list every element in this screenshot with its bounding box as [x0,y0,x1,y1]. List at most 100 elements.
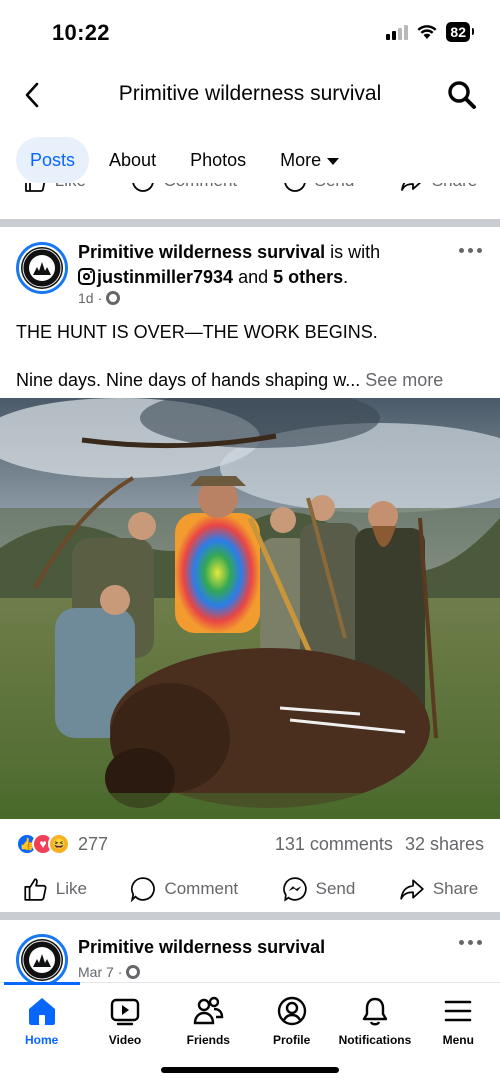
bottom-nav: Home Video Friends Profile Notifications… [0,982,500,1083]
post-meta: 1d · [78,290,121,306]
prev-comment-label: Comment [163,183,237,191]
home-icon [28,998,55,1025]
active-tab-indicator [4,982,80,985]
wifi-icon [417,25,437,39]
share-button[interactable]: Share [399,876,478,902]
next-post-header: Primitive wilderness survival Mar 7 · [0,930,500,985]
bell-icon [362,997,388,1026]
nav-home[interactable]: Home [0,995,83,1047]
tab-about[interactable]: About [95,137,170,183]
post-header: Primitive wilderness survival is with ju… [0,238,500,313]
comment-icon [132,183,155,192]
avatar[interactable] [16,934,68,985]
prev-comment-button[interactable]: Comment [131,183,237,193]
more-options-icon[interactable] [459,940,482,945]
share-label: Share [432,879,479,898]
and-text: and [233,267,274,287]
post-author[interactable]: Primitive wilderness survival [78,242,325,262]
post-text: THE HUNT IS OVER—THE WORK BEGINS. Nine d… [16,320,486,392]
nav-profile[interactable]: Profile [250,995,333,1047]
globe-icon [106,291,121,305]
comment-label: Comment [164,879,239,898]
like-button[interactable]: Like [22,876,87,902]
nav-friends[interactable]: Friends [167,995,250,1047]
more-options-icon[interactable] [459,248,482,253]
prev-send-button[interactable]: Send [283,183,355,193]
tagged-user[interactable]: justinmiller7934 [97,267,233,287]
thumbs-up-icon [24,878,47,901]
battery-icon: 82 [446,22,474,42]
nav-menu-label: Menu [442,1033,474,1047]
see-more-link[interactable]: See more [365,370,443,390]
reaction-count[interactable]: 277 [78,834,108,855]
tab-posts[interactable]: Posts [16,137,90,183]
tab-more[interactable]: More [266,137,353,183]
page-logo [21,939,63,981]
messenger-icon [282,877,307,902]
with-text: is with [325,242,381,262]
comments-count[interactable]: 131 comments [275,834,393,855]
search-button[interactable] [446,79,478,111]
nav-notifications-label: Notifications [338,1033,412,1047]
instagram-icon [78,268,95,285]
page-tabs: Posts About Photos More [16,137,353,183]
status-time: 10:22 [52,20,110,45]
video-icon [110,998,140,1026]
nav-profile-label: Profile [272,1033,311,1047]
comment-button[interactable]: Comment [130,876,238,902]
messenger-icon [283,183,306,192]
nav-notifications[interactable]: Notifications [333,995,416,1047]
comment-icon [131,877,156,902]
reactions-row: 👍 ♥ 😆 277 131 comments 32 shares [16,830,484,858]
menu-icon [444,1000,472,1022]
next-post-author[interactable]: Primitive wilderness survival [78,937,325,958]
page-header: Primitive wilderness survival [0,70,500,120]
caret-down-icon [327,157,340,165]
nav-friends-label: Friends [186,1033,230,1047]
avatar[interactable] [16,242,68,294]
status-bar: 10:22 82 [0,0,500,62]
tab-photos[interactable]: Photos [176,137,260,183]
post-author-line: Primitive wilderness survival is with ju… [78,240,448,290]
prev-share-label: Share [432,183,477,191]
friends-icon [194,996,224,1025]
nav-video[interactable]: Video [83,995,166,1047]
nav-video-label: Video [108,1033,142,1047]
period: . [343,267,349,287]
like-label: Like [55,879,87,898]
reaction-icons[interactable]: 👍 ♥ 😆 [16,833,70,855]
tagged-others[interactable]: 5 others [273,267,343,287]
profile-icon [277,996,306,1026]
signal-icon [386,24,409,40]
send-label: Send [315,879,356,898]
shares-count[interactable]: 32 shares [405,834,484,855]
page-logo [21,247,63,289]
share-icon [400,879,424,900]
post-text-line-2: Nine days. Nine days of hands shaping w.… [16,370,444,390]
home-indicator [161,1067,339,1073]
next-post-time[interactable]: Mar 7 [78,964,114,980]
prev-send-label: Send [315,183,355,191]
post-text-line-1: THE HUNT IS OVER—THE WORK BEGINS. [16,322,378,342]
prev-share-button[interactable]: Share [400,183,477,193]
nav-menu[interactable]: Menu [417,995,500,1047]
haha-reaction-icon: 😆 [48,833,70,855]
next-post-meta: Mar 7 · [78,964,141,980]
status-icons: 82 [386,22,474,42]
post-divider [0,219,500,227]
post-actions: Like Comment Send Share [0,870,500,908]
thumbs-up-icon [24,183,45,192]
page-title: Primitive wilderness survival [118,82,382,105]
share-icon [400,183,421,191]
prev-like-label: Like [55,183,86,191]
post-photo[interactable] [0,398,500,819]
post-divider [0,912,500,920]
previous-post-actions: Like Comment Send Share [0,183,500,215]
send-button[interactable]: Send [282,876,356,902]
prev-like-button[interactable]: Like [23,183,86,193]
tab-more-label: More [280,150,322,170]
nav-home-label: Home [24,1033,59,1047]
search-icon [448,81,476,109]
globe-icon [126,965,141,979]
post-time[interactable]: 1d [78,290,94,306]
